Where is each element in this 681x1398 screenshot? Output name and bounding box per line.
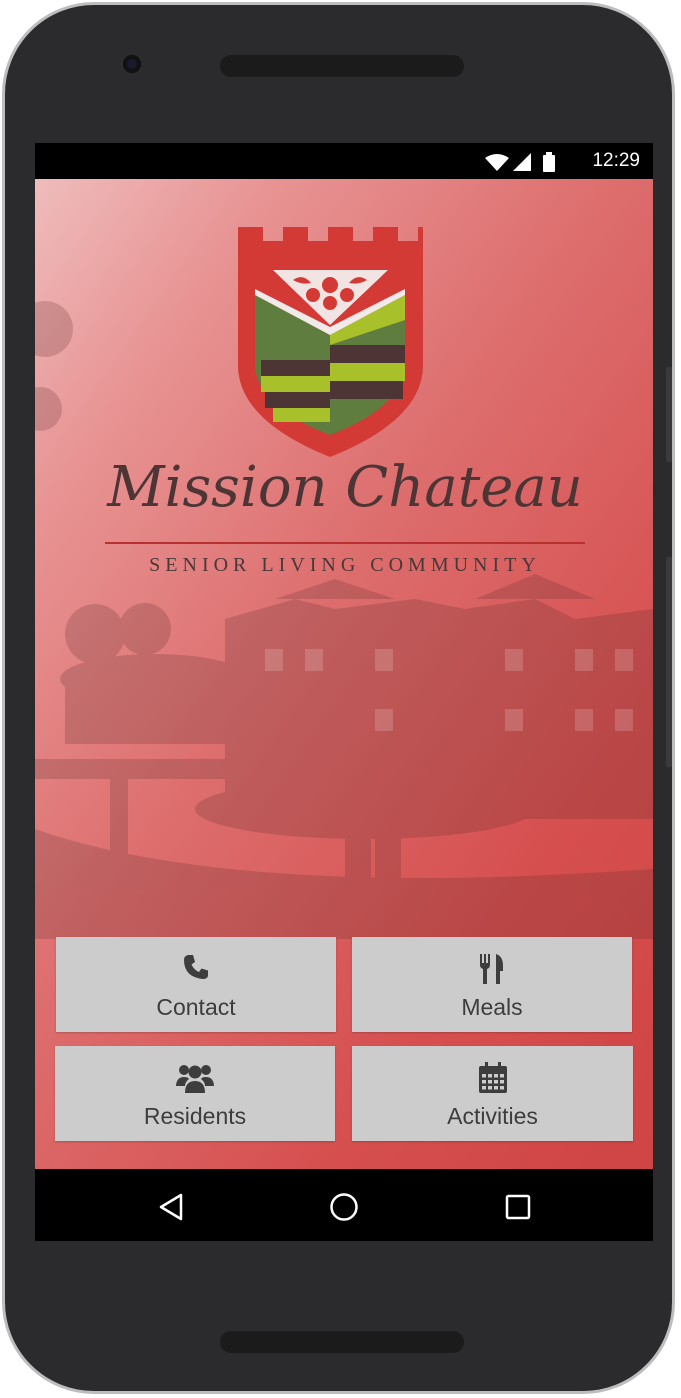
recents-icon: [505, 1194, 531, 1220]
signal-icon: [513, 153, 531, 171]
status-time: 12:29: [592, 150, 640, 171]
residents-button[interactable]: Residents: [55, 1046, 335, 1141]
recents-button[interactable]: [500, 1189, 536, 1225]
battery-icon: [543, 152, 555, 172]
top-speaker: [220, 55, 464, 77]
contact-button[interactable]: Contact: [56, 937, 336, 1032]
bottom-speaker: [220, 1331, 464, 1353]
power-button: [666, 367, 672, 462]
activities-label: Activities: [447, 1103, 538, 1129]
activities-button[interactable]: Activities: [352, 1046, 633, 1141]
status-icons: [485, 152, 555, 172]
meals-label: Meals: [461, 994, 523, 1020]
navigation-bar: [35, 1169, 653, 1241]
screen: 12:29 Mission Chateau SENIOR LIVING COMM…: [35, 143, 653, 1241]
wifi-icon: [485, 154, 509, 171]
crest-logo: [238, 227, 423, 457]
home-screen: Mission Chateau SENIOR LIVING COMMUNITY …: [35, 179, 653, 1169]
home-icon: [330, 1193, 358, 1221]
calendar-icon: [352, 1061, 633, 1095]
phone-frame: 12:29 Mission Chateau SENIOR LIVING COMM…: [2, 2, 675, 1394]
status-bar: 12:29: [35, 143, 653, 179]
home-button[interactable]: [326, 1189, 362, 1225]
meals-button[interactable]: Meals: [352, 937, 632, 1032]
brand-title: Mission Chateau: [107, 455, 583, 520]
volume-button: [666, 557, 672, 767]
back-icon: [159, 1193, 183, 1221]
phone-icon: [56, 952, 336, 986]
front-camera: [123, 55, 141, 73]
users-icon: [55, 1061, 335, 1095]
fork-knife-icon: [352, 952, 632, 986]
contact-label: Contact: [156, 994, 236, 1020]
back-button[interactable]: [153, 1189, 189, 1225]
residents-label: Residents: [143, 1103, 247, 1129]
brand-subtitle: SENIOR LIVING COMMUNITY: [149, 554, 541, 576]
brand-divider: [105, 542, 585, 544]
